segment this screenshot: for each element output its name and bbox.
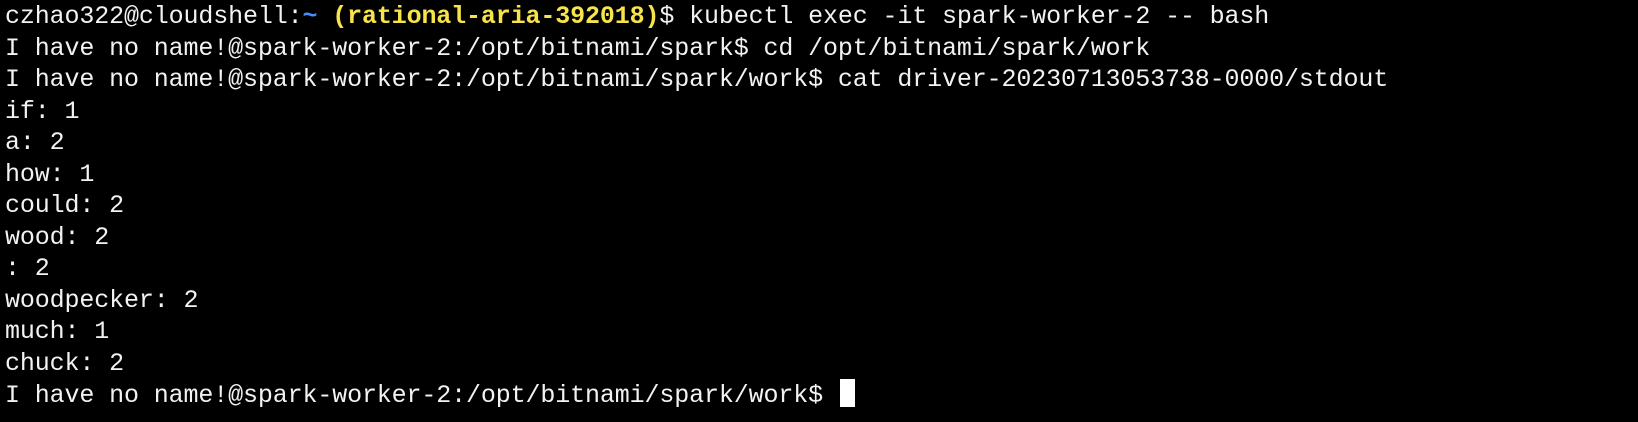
terminal-line-cat: I have no name!@spark-worker-2:/opt/bitn…: [5, 65, 1389, 94]
terminal-line-cd: I have no name!@spark-worker-2:/opt/bitn…: [5, 33, 1151, 63]
output-line: much: 1: [5, 317, 110, 346]
shell-prompt: I have no name!@spark-worker-2:/opt/bitn…: [5, 381, 838, 410]
output-line: how: 1: [5, 159, 95, 189]
output-line: chuck: 2: [5, 348, 124, 378]
output-line: if: 1: [5, 96, 80, 126]
output-line: wood: 2: [5, 222, 110, 252]
user-host: czhao322@cloudshell:: [5, 2, 303, 31]
terminal-prompt-line[interactable]: I have no name!@spark-worker-2:/opt/bitn…: [5, 379, 1638, 411]
project-id: (rational-aria-392018): [332, 2, 660, 31]
terminal-window[interactable]: czhao322@cloudshell:~ (rational-aria-392…: [0, 0, 1638, 422]
text-cursor[interactable]: [839, 379, 855, 407]
output-line: : 2: [5, 254, 50, 283]
home-tilde: ~: [302, 2, 318, 31]
output-line: could: 2: [5, 191, 124, 220]
output-line: a: 2: [5, 128, 65, 157]
kubectl-command: $ kubectl exec -it spark-worker-2 -- bas…: [659, 2, 1270, 31]
terminal-line-kubectl: czhao322@cloudshell:~ (rational-aria-392…: [5, 1, 1638, 33]
output-line: woodpecker: 2: [5, 285, 199, 315]
